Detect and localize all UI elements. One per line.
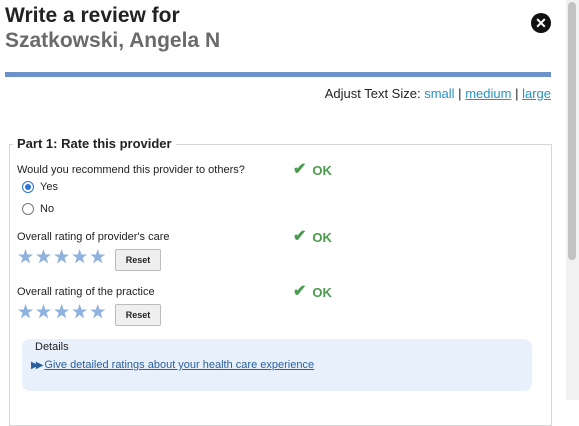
- provider-care-question: Overall rating of provider's care: [17, 231, 170, 243]
- check-icon: ✔: [293, 283, 307, 300]
- practice-reset-button[interactable]: Reset: [115, 304, 161, 326]
- recommend-yes-radio[interactable]: [22, 181, 34, 193]
- provider-care-reset-button[interactable]: Reset: [115, 249, 161, 271]
- text-size-medium-link[interactable]: medium: [465, 86, 511, 101]
- provider-care-stars[interactable]: ★ ★ ★ ★ ★: [17, 248, 106, 267]
- recommend-question: Would you recommend this provider to oth…: [17, 164, 245, 176]
- separator: |: [458, 86, 462, 101]
- text-size-small-link[interactable]: small: [424, 86, 454, 101]
- double-chevron-right-icon: ▶▶: [31, 359, 44, 371]
- separator: |: [515, 86, 519, 101]
- recommend-status-text: OK: [312, 162, 332, 178]
- recommend-status: ✔ OK: [293, 162, 332, 178]
- star-icon[interactable]: ★: [17, 248, 34, 267]
- check-icon: ✔: [293, 161, 307, 178]
- star-icon[interactable]: ★: [53, 303, 70, 322]
- star-icon[interactable]: ★: [35, 303, 52, 322]
- star-icon[interactable]: ★: [71, 303, 88, 322]
- star-icon[interactable]: ★: [71, 248, 88, 267]
- detailed-ratings-link[interactable]: ▶▶ Give detailed ratings about your heal…: [31, 359, 314, 371]
- star-icon[interactable]: ★: [17, 303, 34, 322]
- provider-care-status: ✔ OK: [293, 229, 332, 245]
- dialog-title-line1: Write a review for: [5, 4, 180, 27]
- practice-stars[interactable]: ★ ★ ★ ★ ★: [17, 303, 106, 322]
- recommend-yes-label: Yes: [40, 181, 58, 193]
- star-icon[interactable]: ★: [53, 248, 70, 267]
- star-icon[interactable]: ★: [89, 303, 106, 322]
- provider-care-status-text: OK: [312, 229, 332, 245]
- recommend-yes-option[interactable]: Yes: [22, 181, 58, 193]
- part1-legend: Part 1: Rate this provider: [13, 136, 176, 151]
- practice-status: ✔ OK: [293, 284, 332, 300]
- close-icon[interactable]: ✕: [531, 13, 551, 33]
- details-label: Details: [35, 341, 69, 353]
- header-divider: [5, 72, 551, 77]
- recommend-no-radio[interactable]: [22, 203, 34, 215]
- star-icon[interactable]: ★: [89, 248, 106, 267]
- recommend-no-option[interactable]: No: [22, 203, 54, 215]
- text-size-control: Adjust Text Size: small | medium | large: [325, 86, 551, 101]
- text-size-label: Adjust Text Size:: [324, 86, 421, 101]
- provider-name: Szatkowski, Angela N: [5, 29, 221, 52]
- scrollbar[interactable]: [566, 0, 579, 400]
- scrollbar-thumb[interactable]: [568, 2, 576, 260]
- detailed-ratings-link-text[interactable]: Give detailed ratings about your health …: [44, 359, 314, 371]
- text-size-large-link[interactable]: large: [522, 86, 551, 101]
- recommend-no-label: No: [40, 203, 55, 215]
- practice-question: Overall rating of the practice: [17, 286, 155, 298]
- check-icon: ✔: [293, 228, 307, 245]
- dialog-title: Write a review for Szatkowski, Angela N: [5, 3, 220, 53]
- practice-status-text: OK: [312, 284, 332, 300]
- details-panel: Details ▶▶ Give detailed ratings about y…: [22, 339, 532, 391]
- star-icon[interactable]: ★: [35, 248, 52, 267]
